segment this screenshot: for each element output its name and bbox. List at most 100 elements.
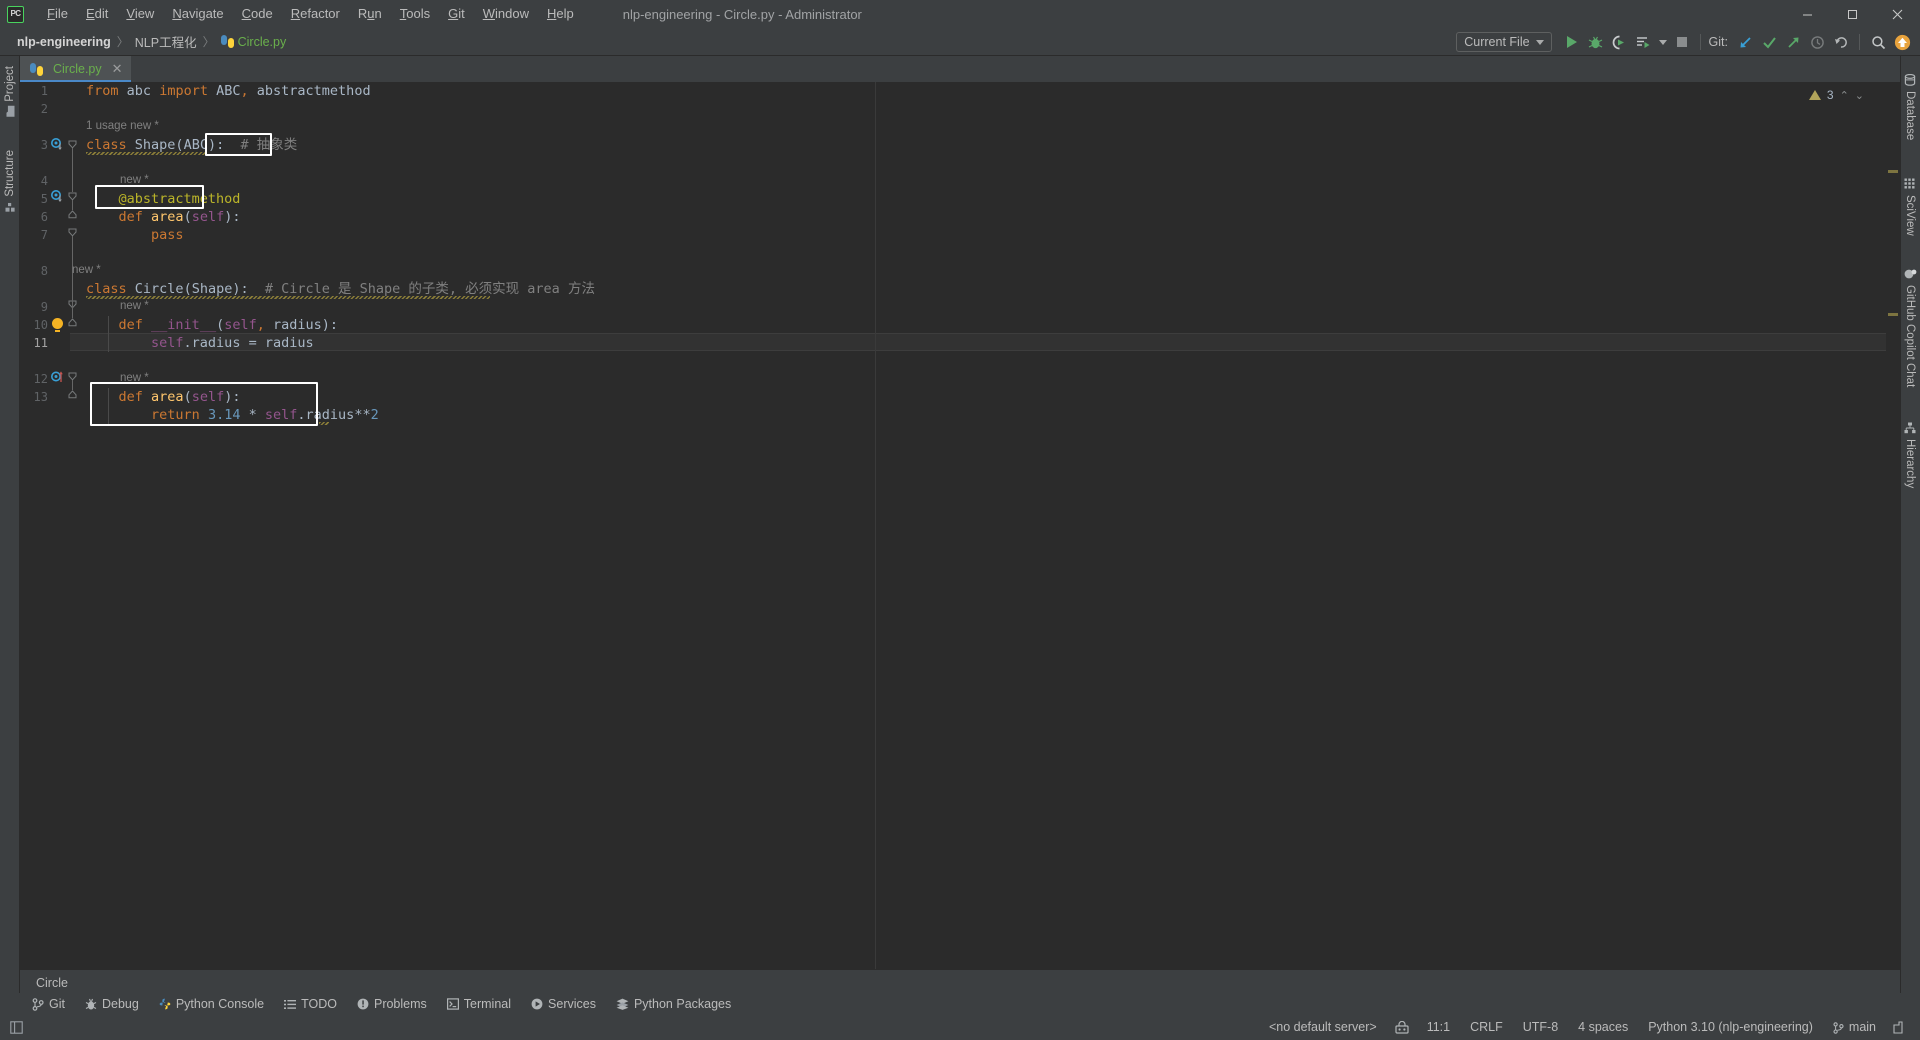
maximize-button[interactable] [1830, 0, 1875, 28]
bottom-tool-git[interactable]: Git [22, 993, 75, 1015]
menu-item-view[interactable]: View [117, 0, 163, 28]
menu-item-help[interactable]: Help [538, 0, 583, 28]
updates-available-button[interactable] [1890, 30, 1914, 54]
status-git-branch[interactable]: main [1823, 1015, 1886, 1040]
stop-button[interactable] [1670, 30, 1694, 54]
indent-guide [108, 316, 109, 352]
sciview-icon [1904, 178, 1916, 190]
status-python-interpreter[interactable]: Python 3.10 (nlp-engineering) [1638, 1015, 1823, 1040]
minimize-button[interactable] [1785, 0, 1830, 28]
packages-icon [616, 998, 629, 1010]
inlay-hint-new[interactable]: new * [72, 262, 101, 278]
status-caret-position[interactable]: 11:1 [1417, 1015, 1460, 1040]
warning-squiggle [319, 422, 329, 425]
menu-item-run[interactable]: Run [349, 0, 391, 28]
git-update-project-button[interactable] [1733, 30, 1757, 54]
status-line-separator[interactable]: CRLF [1460, 1015, 1513, 1040]
sidebar-item-database[interactable]: Database [1900, 68, 1920, 146]
overriding-method-marker-icon[interactable] [51, 370, 64, 383]
git-branch-icon [1833, 1021, 1844, 1034]
chevron-down-icon [1658, 39, 1667, 45]
menu-item-code[interactable]: Code [233, 0, 282, 28]
status-default-server[interactable]: <no default server> [1259, 1015, 1387, 1040]
run-toolbar: Current File Git: [1456, 28, 1914, 56]
sidebar-item-structure[interactable]: Structure [0, 144, 20, 218]
menu-item-file[interactable]: FFileile [38, 0, 77, 28]
menu-item-edit[interactable]: Edit [77, 0, 117, 28]
status-bar: <no default server> 11:1 CRLF UTF-8 4 sp… [0, 1015, 1920, 1040]
title-bar: PC FFileile Edit View Navigate Code Refa… [0, 0, 1920, 28]
todo-list-icon [284, 999, 297, 1010]
inlay-hint-new[interactable]: new * [120, 298, 149, 314]
debug-button[interactable] [1584, 30, 1608, 54]
bottom-tool-services[interactable]: Services [521, 993, 606, 1015]
inlay-hint-usages[interactable]: 1 usage new * [86, 118, 159, 134]
close-icon[interactable]: ✕ [112, 61, 123, 77]
status-file-encoding[interactable]: UTF-8 [1513, 1015, 1568, 1040]
run-button[interactable] [1560, 30, 1584, 54]
editor-gutter[interactable]: 1 2 3 4 5 6 7 8 9 10 11 12 13 [20, 82, 77, 969]
show-tool-windows-button[interactable] [10, 1021, 23, 1034]
folder-icon [5, 105, 16, 117]
line-number: 4 [40, 174, 48, 188]
intention-bulb-icon[interactable] [52, 318, 63, 332]
git-history-button[interactable] [1805, 30, 1829, 54]
line-number-current: 11 [33, 336, 48, 350]
database-inspection-icon[interactable] [1387, 1015, 1417, 1040]
bottom-tool-python-packages[interactable]: Python Packages [606, 993, 741, 1015]
code-text[interactable]: from abc import ABC, abstractmethod 1 us… [70, 82, 1900, 969]
implemented-method-marker-icon[interactable] [51, 190, 64, 203]
status-indent-size[interactable]: 4 spaces [1568, 1015, 1638, 1040]
error-stripe-scrollbar[interactable] [1886, 108, 1900, 942]
bottom-tool-terminal[interactable]: Terminal [437, 993, 521, 1015]
debug-bug-icon [85, 998, 97, 1011]
error-stripe-mark[interactable] [1888, 170, 1898, 173]
sidebar-item-hierarchy[interactable]: Hierarchy [1900, 416, 1920, 494]
bottom-tool-debug[interactable]: Debug [75, 993, 149, 1015]
menu-item-refactor[interactable]: Refactor [282, 0, 349, 28]
profile-button[interactable] [1632, 30, 1656, 54]
error-stripe-mark[interactable] [1888, 313, 1898, 316]
run-with-coverage-button[interactable] [1608, 30, 1632, 54]
memory-indicator-icon[interactable] [1886, 1015, 1910, 1040]
line-number: 10 [33, 318, 48, 332]
bottom-tool-terminal-label: Terminal [463, 997, 512, 1011]
breadcrumb-item-file[interactable]: Circle.py [218, 34, 290, 50]
inlay-hint-new[interactable]: new * [120, 172, 149, 188]
editor-breadcrumb-class[interactable]: Circle [36, 976, 68, 990]
sidebar-item-sciview[interactable]: SciView [1900, 172, 1920, 242]
bottom-tool-python-packages-label: Python Packages [633, 997, 732, 1011]
breadcrumb-item-project[interactable]: nlp-engineering [14, 34, 114, 50]
code-line-4: @abstractmethod [118, 191, 241, 207]
code-line-9: def __init__(self, radius): [118, 317, 339, 333]
editor-tab-circle-py[interactable]: Circle.py ✕ [20, 56, 131, 82]
git-branch-icon [32, 997, 44, 1011]
bottom-tool-python-console[interactable]: Python Console [149, 993, 274, 1015]
close-button[interactable] [1875, 0, 1920, 28]
breadcrumb-item-folder[interactable]: NLP工程化 [132, 31, 200, 52]
menu-item-tools[interactable]: Tools [391, 0, 439, 28]
bottom-tool-git-label: Git [49, 997, 65, 1011]
code-line-10: self.radius = radius [151, 335, 314, 351]
python-file-icon [220, 34, 234, 48]
bottom-tool-todo[interactable]: TODO [274, 993, 347, 1015]
pycharm-logo-icon: PC [7, 5, 24, 23]
bottom-tool-todo-label: TODO [301, 997, 337, 1011]
inlay-hint-new[interactable]: new * [120, 370, 149, 386]
run-configuration-selector[interactable]: Current File [1456, 32, 1552, 52]
sidebar-item-github-copilot-chat[interactable]: GitHub Copilot Chat [1900, 262, 1920, 393]
terminal-icon [446, 998, 459, 1010]
profile-dropdown-button[interactable] [1656, 30, 1670, 54]
bottom-tool-problems[interactable]: Problems [347, 993, 437, 1015]
sidebar-item-project[interactable]: Project [0, 60, 20, 123]
navigation-bar: nlp-engineering 〉 NLP工程化 〉 Circle.py Cur… [0, 28, 1920, 56]
menu-item-navigate[interactable]: Navigate [163, 0, 232, 28]
search-everywhere-button[interactable] [1866, 30, 1890, 54]
menu-item-git[interactable]: Git [439, 0, 474, 28]
menu-item-window[interactable]: Window [474, 0, 538, 28]
code-editor[interactable]: 3 ⌃ ⌄ 1 2 3 4 5 6 7 8 9 10 11 12 13 from… [20, 82, 1900, 969]
git-push-button[interactable] [1781, 30, 1805, 54]
implemented-method-marker-icon[interactable] [51, 138, 64, 151]
git-commit-button[interactable] [1757, 30, 1781, 54]
git-rollback-button[interactable] [1829, 30, 1853, 54]
